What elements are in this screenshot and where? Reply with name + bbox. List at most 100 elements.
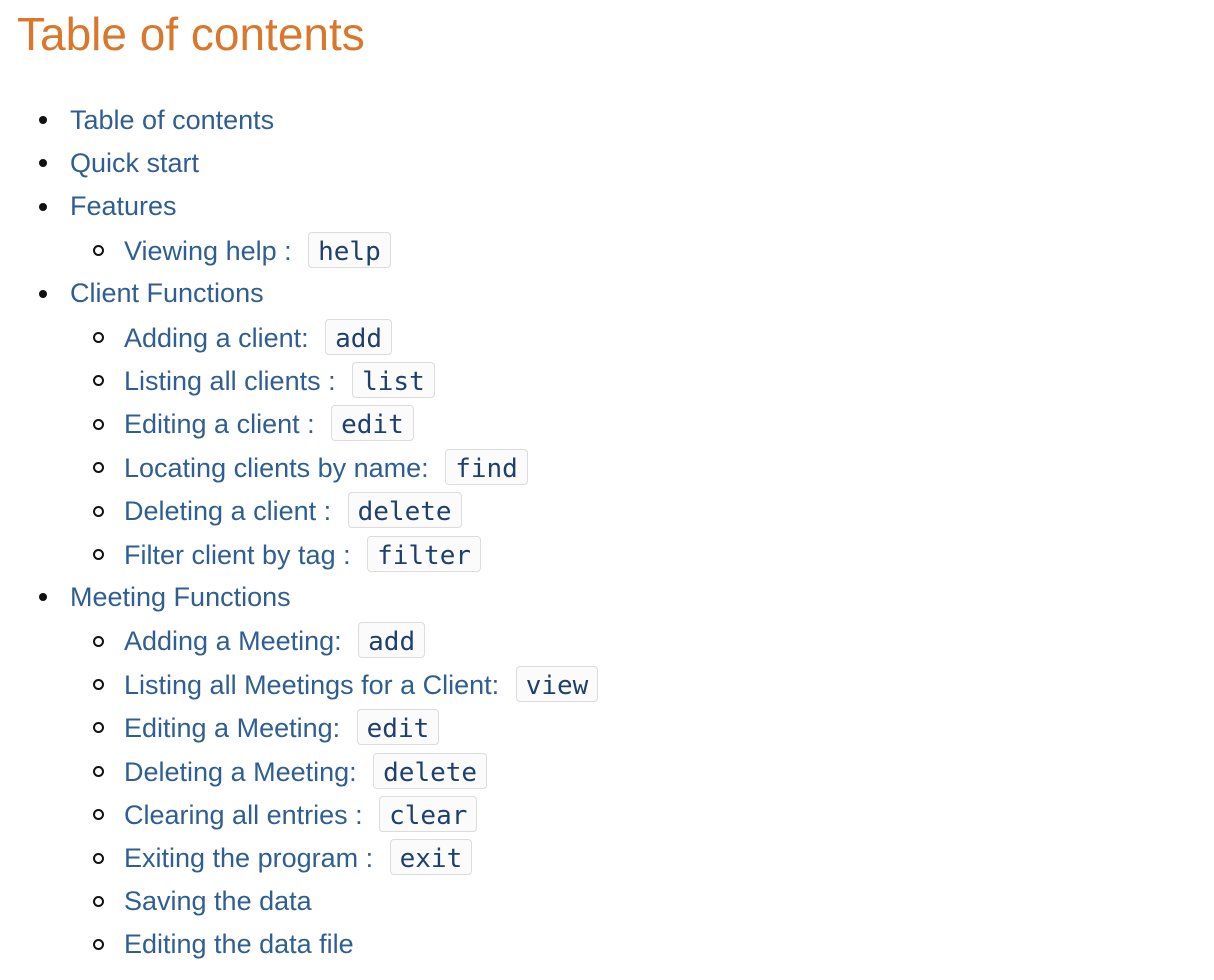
circle-bullet-icon	[93, 505, 104, 517]
toc-subitem: Editing a client : edit	[93, 402, 598, 445]
toc-subitem: Adding a Meeting: add	[93, 619, 598, 662]
circle-bullet-icon	[93, 331, 104, 343]
circle-bullet-icon	[93, 939, 104, 951]
circle-bullet-icon	[93, 245, 104, 257]
circle-bullet-icon	[93, 809, 104, 821]
toc-row: Editing a Meeting: edit	[93, 705, 598, 748]
command-code: filter	[367, 535, 482, 572]
toc-row: Deleting a Meeting: delete	[93, 749, 598, 792]
toc-link-label: Adding a client:	[124, 322, 317, 353]
toc-page: Table of contents Table of contents Quic…	[0, 0, 1214, 980]
toc-subitem: Listing all clients : list	[93, 358, 598, 401]
toc-link-quick-start[interactable]: Quick start	[70, 146, 199, 180]
toc-row: Meeting Functions	[39, 575, 598, 618]
disc-bullet-icon	[39, 116, 47, 124]
toc-row: Quick start	[39, 141, 598, 184]
toc-link-label: Locating clients by name:	[124, 452, 437, 483]
toc-link-label: Exiting the program :	[124, 843, 381, 874]
circle-bullet-icon	[93, 375, 104, 387]
command-code: add	[358, 622, 426, 659]
toc-link-filter-client[interactable]: Filter client by tag : filter	[124, 535, 482, 572]
toc-link-client-functions[interactable]: Client Functions	[70, 276, 264, 310]
toc-subitem: Clearing all entries : clear	[93, 792, 598, 835]
disc-bullet-icon	[39, 202, 47, 211]
circle-bullet-icon	[93, 635, 104, 647]
toc-subitem: Listing all Meetings for a Client: view	[93, 662, 599, 705]
toc-subitem: Saving the data	[93, 879, 598, 922]
toc-link-deleting-client[interactable]: Deleting a client : delete	[124, 492, 462, 529]
toc-link-deleting-meeting[interactable]: Deleting a Meeting: delete	[124, 752, 488, 789]
toc-link-label: Adding a Meeting:	[124, 626, 350, 657]
toc-link-viewing-help[interactable]: Viewing help : help	[124, 231, 391, 268]
command-code: edit	[356, 709, 440, 746]
circle-bullet-icon	[93, 679, 104, 691]
disc-bullet-icon	[39, 593, 47, 602]
command-code: edit	[331, 405, 414, 442]
command-code: delete	[373, 752, 488, 789]
page-title: Table of contents	[17, 8, 365, 60]
toc-link-label: Deleting a Meeting:	[124, 756, 365, 787]
toc-link-exiting-program[interactable]: Exiting the program : exit	[124, 839, 473, 876]
toc-item: Features Viewing help : help	[39, 185, 598, 272]
toc-subitem: Locating clients by name: find	[93, 445, 598, 488]
toc-list: Table of contents Quick start Features V…	[39, 98, 599, 966]
toc-subitem: Exiting the program : exit	[93, 836, 598, 879]
toc-row: Deleting a client : delete	[93, 489, 598, 532]
toc-row: Editing the data file	[93, 922, 598, 965]
toc-link-editing-meeting[interactable]: Editing a Meeting: edit	[124, 709, 440, 746]
toc-item: Meeting Functions Adding a Meeting: add …	[39, 575, 599, 966]
toc-link-label: Listing all Meetings for a Client:	[124, 669, 507, 700]
toc-row: Locating clients by name: find	[93, 445, 598, 488]
toc-subitem: Deleting a Meeting: delete	[93, 749, 598, 792]
toc-sublist: Adding a client: add Listing all clients…	[70, 315, 598, 575]
toc-row: Table of contents	[39, 98, 598, 141]
toc-row: Clearing all entries : clear	[93, 792, 598, 835]
toc-row: Adding a client: add	[93, 315, 598, 358]
toc-sublist: Adding a Meeting: add Listing all Meetin…	[70, 619, 599, 966]
toc-link-saving-data[interactable]: Saving the data	[124, 884, 312, 918]
toc-subitem: Deleting a client : delete	[93, 489, 598, 532]
toc-link-adding-meeting[interactable]: Adding a Meeting: add	[124, 622, 426, 659]
toc-link-editing-data-file[interactable]: Editing the data file	[124, 927, 354, 961]
toc-item: Quick start	[39, 141, 598, 184]
command-code: exit	[389, 839, 473, 876]
toc-link-clearing-entries[interactable]: Clearing all entries : clear	[124, 795, 478, 832]
toc-link-label: Editing a Meeting:	[124, 713, 348, 744]
circle-bullet-icon	[93, 896, 104, 908]
toc-link-adding-client[interactable]: Adding a client: add	[124, 318, 393, 355]
toc-link-label: Deleting a client :	[124, 496, 339, 527]
toc-row: Editing a client : edit	[93, 402, 598, 445]
command-code: add	[325, 318, 393, 355]
circle-bullet-icon	[93, 548, 104, 560]
toc-link-label: Clearing all entries :	[124, 799, 371, 830]
toc-row: Saving the data	[93, 879, 598, 922]
toc-subitem: Adding a client: add	[93, 315, 598, 358]
circle-bullet-icon	[93, 462, 104, 474]
toc-row: Listing all Meetings for a Client: view	[93, 662, 599, 705]
toc-row: Filter client by tag : filter	[93, 532, 598, 575]
circle-bullet-icon	[93, 852, 104, 864]
toc-subitem: Viewing help : help	[93, 228, 598, 271]
toc-link-listing-clients[interactable]: Listing all clients : list	[124, 362, 435, 399]
command-code: delete	[347, 492, 462, 529]
toc-link-locating-clients[interactable]: Locating clients by name: find	[124, 448, 528, 485]
toc-subitem: Editing the data file	[93, 922, 598, 965]
toc-row: Features	[39, 185, 598, 228]
toc-link-features[interactable]: Features	[70, 189, 177, 223]
toc-link-table-of-contents[interactable]: Table of contents	[70, 103, 274, 137]
disc-bullet-icon	[39, 159, 47, 168]
toc-sublist: Viewing help : help	[70, 228, 598, 271]
toc-link-label: Editing a client :	[124, 409, 323, 440]
command-code: view	[515, 665, 599, 702]
toc-row: Listing all clients : list	[93, 358, 598, 401]
toc-link-editing-client[interactable]: Editing a client : edit	[124, 405, 414, 442]
toc-subitem: Editing a Meeting: edit	[93, 705, 598, 748]
command-code: help	[308, 231, 391, 268]
circle-bullet-icon	[93, 722, 104, 734]
command-code: clear	[379, 795, 478, 832]
toc-link-listing-meetings[interactable]: Listing all Meetings for a Client: view	[124, 665, 599, 702]
toc-row: Exiting the program : exit	[93, 836, 598, 879]
command-code: find	[445, 448, 528, 485]
toc-link-meeting-functions[interactable]: Meeting Functions	[70, 580, 291, 614]
toc-row: Client Functions	[39, 272, 598, 315]
